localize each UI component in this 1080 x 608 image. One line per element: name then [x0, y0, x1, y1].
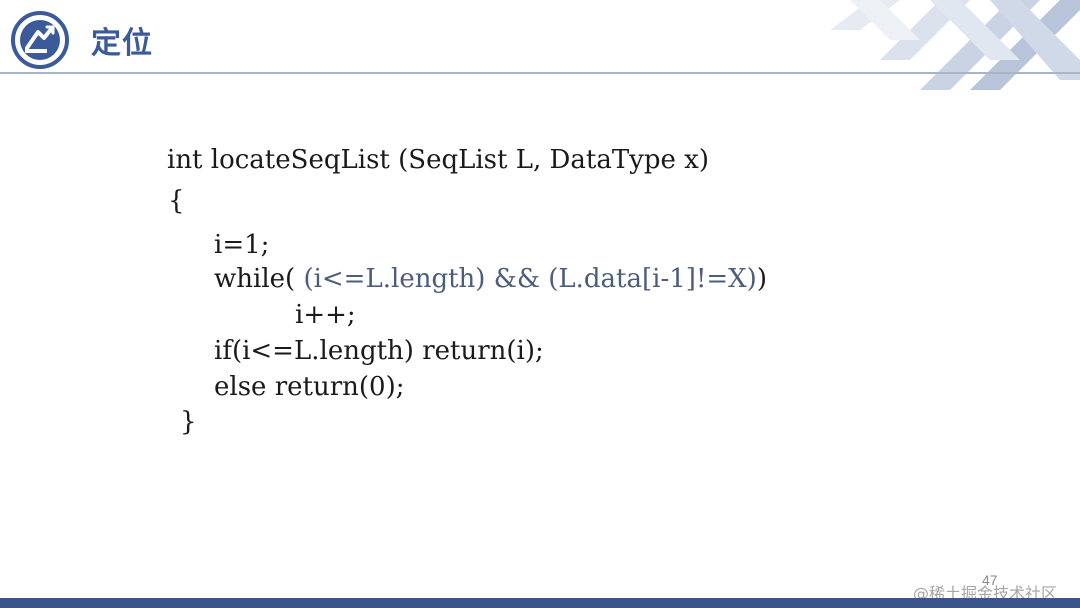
- code-line-if: if(i<=L.length) return(i);: [214, 336, 544, 366]
- code-while-close: ): [756, 264, 767, 294]
- code-open-brace: {: [168, 186, 185, 216]
- code-block: int locateSeqList (SeqList L, DataType x…: [0, 0, 1080, 608]
- code-line-else: else return(0);: [214, 372, 405, 402]
- code-line-while: while( (i<=L.length) && (L.data[i-1]!=X)…: [214, 264, 767, 294]
- code-close-brace: }: [180, 407, 197, 437]
- code-line-increment: i++;: [295, 300, 356, 330]
- code-signature: int locateSeqList (SeqList L, DataType x…: [167, 145, 709, 175]
- code-line-init: i=1;: [214, 230, 270, 260]
- footer-bar: [0, 598, 1080, 608]
- code-while-keyword: while(: [214, 264, 304, 294]
- code-while-condition: (i<=L.length) && (L.data[i-1]!=X): [303, 264, 757, 294]
